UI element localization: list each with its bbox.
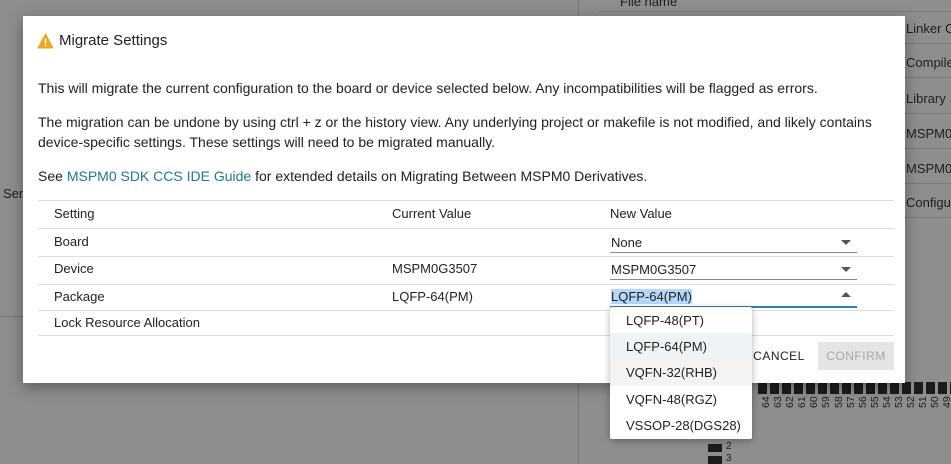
pin-number: 62 bbox=[784, 396, 797, 408]
pin-number: 59 bbox=[820, 396, 833, 408]
package-option[interactable]: LQFP-48(PT) bbox=[610, 307, 752, 333]
pin-number: 56 bbox=[856, 396, 869, 408]
device-select-value: MSPM0G3507 bbox=[611, 262, 697, 277]
device-select[interactable]: MSPM0G3507 bbox=[610, 259, 857, 280]
pin-number: 2 bbox=[726, 441, 732, 452]
pin-number: 54 bbox=[880, 396, 893, 408]
package-dropdown-menu: LQFP-48(PT) LQFP-64(PM) VQFN-32(RHB) VQF… bbox=[610, 307, 752, 439]
sdk-guide-link[interactable]: MSPM0 SDK CCS IDE Guide bbox=[67, 168, 251, 184]
chevron-up-icon bbox=[841, 292, 851, 297]
pin-number: 61 bbox=[796, 396, 809, 408]
chip-pin-strip bbox=[758, 382, 951, 394]
divider bbox=[0, 316, 24, 317]
table-bottom-border bbox=[38, 335, 894, 336]
setting-device: Device bbox=[54, 261, 94, 276]
setting-package: Package bbox=[54, 289, 105, 304]
table-top-border bbox=[38, 200, 894, 201]
category-cell: MSPM0 bbox=[906, 126, 951, 141]
pin-number: 60 bbox=[808, 396, 821, 408]
board-select[interactable]: None bbox=[610, 232, 857, 253]
pin-number: 53 bbox=[893, 396, 906, 408]
pin-number: 63 bbox=[772, 396, 785, 408]
package-option-hovered[interactable]: VQFN-32(RHB) bbox=[610, 359, 752, 387]
pin-number: 49 bbox=[941, 396, 951, 408]
chip-pin bbox=[708, 456, 722, 464]
description-paragraph: This will migrate the current configurat… bbox=[38, 80, 818, 96]
category-cell: Compile bbox=[906, 55, 951, 70]
table-row-border bbox=[38, 228, 894, 229]
guide-paragraph: See MSPM0 SDK CCS IDE Guide for extended… bbox=[38, 166, 898, 186]
header-setting: Setting bbox=[54, 206, 95, 221]
table-row-border bbox=[38, 256, 894, 257]
row-divider bbox=[598, 11, 951, 12]
pin-number: 57 bbox=[844, 396, 857, 408]
package-option-selected[interactable]: LQFP-64(PM) bbox=[610, 333, 752, 360]
pin-number: 3 bbox=[726, 453, 732, 464]
category-cell: Linker C bbox=[906, 21, 951, 36]
board-select-value: None bbox=[611, 235, 643, 250]
pin-number: 58 bbox=[832, 396, 845, 408]
table-row-border bbox=[38, 284, 894, 285]
header-new-value: New Value bbox=[610, 206, 672, 221]
dialog-title: Migrate Settings bbox=[37, 32, 167, 49]
guide-suffix: for extended details on Migrating Betwee… bbox=[251, 168, 648, 184]
package-option[interactable]: VSSOP-28(DGS28) bbox=[610, 413, 752, 439]
pin-number: 55 bbox=[868, 396, 881, 408]
category-cell: Library bbox=[906, 91, 946, 106]
chevron-down-icon bbox=[841, 267, 851, 272]
setting-lock-resource: Lock Resource Allocation bbox=[54, 315, 200, 330]
current-device: MSPM0G3507 bbox=[392, 261, 478, 276]
header-current-value: Current Value bbox=[392, 206, 472, 221]
chip-pin bbox=[708, 444, 722, 452]
undo-paragraph: The migration can be undone by using ctr… bbox=[38, 114, 872, 150]
file-name-header: File name bbox=[620, 0, 678, 9]
migrate-settings-dialog: Migrate Settings This will migrate the c… bbox=[23, 16, 905, 383]
package-select-value: LQFP-64(PM) bbox=[611, 289, 692, 304]
chip-pin-numbers: 64 63 62 61 60 59 58 57 56 55 54 53 52 51 50 49 bbox=[760, 396, 951, 418]
setting-board: Board bbox=[54, 234, 89, 249]
confirm-button[interactable]: CONFIRM bbox=[818, 342, 894, 370]
pin-number: 64 bbox=[760, 396, 772, 408]
current-package: LQFP-64(PM) bbox=[392, 289, 473, 304]
pin-number: 52 bbox=[905, 396, 918, 408]
chevron-down-icon bbox=[841, 240, 851, 245]
package-option[interactable]: VQFN-48(RGZ) bbox=[610, 386, 752, 412]
pin-number: 50 bbox=[929, 396, 942, 408]
package-select[interactable]: LQFP-64(PM) bbox=[610, 286, 857, 308]
cancel-button[interactable]: CANCEL bbox=[748, 342, 810, 370]
table-row-border bbox=[38, 310, 894, 311]
dialog-title-text: Migrate Settings bbox=[59, 32, 168, 49]
category-cell: MSPM0 bbox=[906, 161, 951, 176]
guide-prefix: See bbox=[38, 168, 67, 184]
warning-icon bbox=[37, 33, 54, 48]
pin-number: 51 bbox=[917, 396, 930, 408]
category-cell: Configu bbox=[906, 195, 951, 210]
